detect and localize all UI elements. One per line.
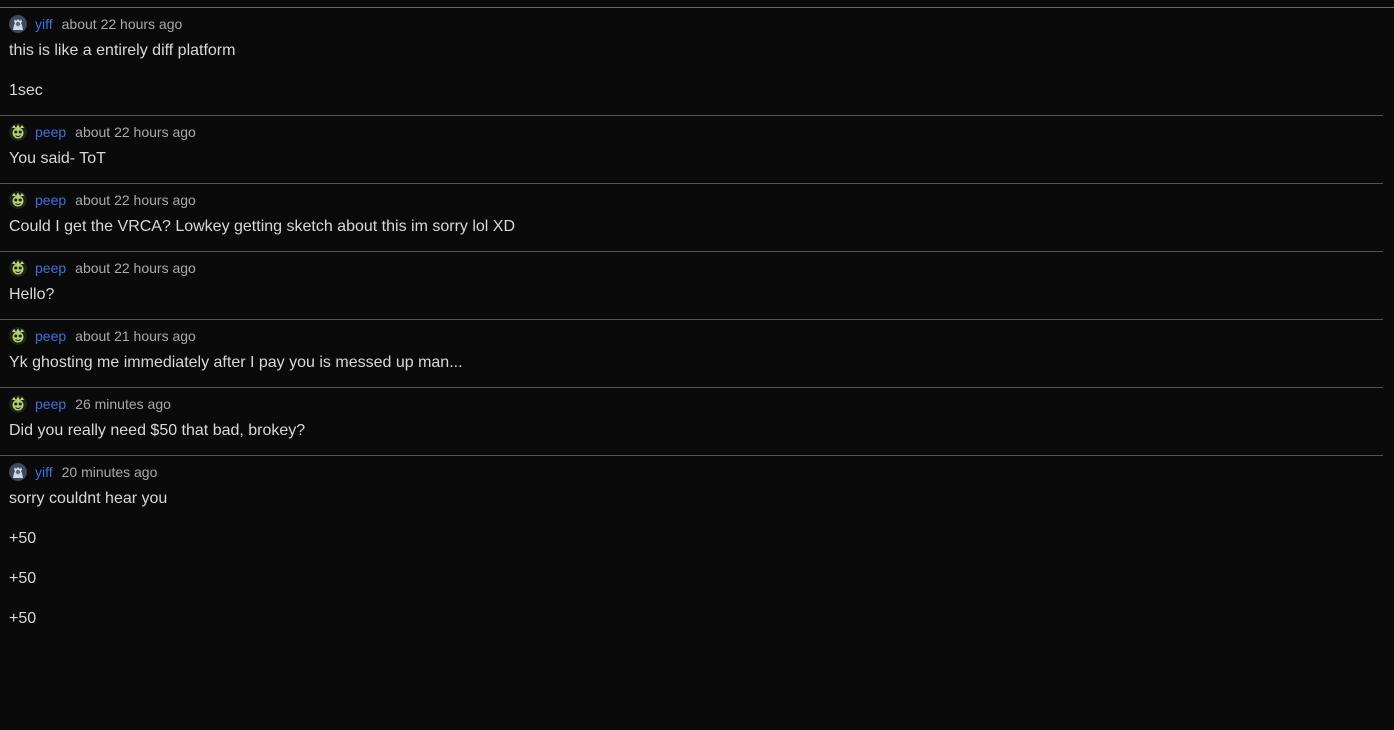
- peep-avatar-icon: [9, 327, 27, 345]
- message-thread-page: yiff about 22 hours ago this is like a ent…: [0, 0, 1394, 730]
- message-body: Did you really need $50 that bad, brokey…: [9, 421, 1383, 441]
- message-item: peep about 22 hours ago Hello?: [0, 252, 1383, 320]
- message-header: yiff 20 minutes ago: [9, 462, 1383, 482]
- peep-avatar-icon: [9, 259, 27, 277]
- message-header: yiff about 22 hours ago: [9, 14, 1383, 34]
- message-body: Yk ghosting me immediately after I pay y…: [9, 353, 1383, 373]
- message-text: this is like a entirely diff platform: [9, 42, 236, 59]
- message-timestamp: about 22 hours ago: [75, 192, 196, 208]
- message-text: 1sec: [9, 82, 43, 99]
- message-text: You said- ToT: [9, 150, 106, 167]
- author-link[interactable]: yiff: [35, 16, 53, 32]
- message-timestamp: 26 minutes ago: [75, 396, 171, 412]
- message-item: yiff 20 minutes ago sorry couldnt hear you…: [0, 456, 1383, 629]
- message-body: You said- ToT: [9, 149, 1383, 169]
- message-text: Could I get the VRCA? Lowkey getting ske…: [9, 218, 516, 235]
- author-link[interactable]: peep: [35, 260, 66, 276]
- message-text: Hello?: [9, 286, 55, 303]
- message-text: Yk ghosting me immediately after I pay y…: [9, 354, 463, 371]
- message-text: sorry couldnt hear you: [9, 490, 168, 507]
- message-text: +50: [9, 530, 37, 547]
- message-body: Hello?: [9, 285, 1383, 305]
- peep-avatar-icon: [9, 123, 27, 141]
- message-timestamp: about 22 hours ago: [75, 124, 196, 140]
- message-text: Did you really need $50 that bad, brokey…: [9, 422, 306, 439]
- message-text: +50: [9, 610, 37, 627]
- message-header: peep about 22 hours ago: [9, 258, 1383, 278]
- message-header: peep about 22 hours ago: [9, 122, 1383, 142]
- message-header: peep about 22 hours ago: [9, 190, 1383, 210]
- author-link[interactable]: peep: [35, 396, 66, 412]
- message-timestamp: about 22 hours ago: [61, 16, 183, 32]
- message-body: this is like a entirely diff platform 1se…: [9, 41, 1383, 101]
- author-link[interactable]: peep: [35, 124, 66, 140]
- peep-avatar-icon: [9, 395, 27, 413]
- message-header: peep about 21 hours ago: [9, 326, 1383, 346]
- message-item: peep about 21 hours ago Yk ghosting me imm…: [0, 320, 1383, 388]
- message-timestamp: 20 minutes ago: [61, 464, 158, 480]
- yiff-avatar-icon: [9, 15, 27, 33]
- peep-avatar-icon: [9, 191, 27, 209]
- message-item: peep 26 minutes ago Did you really need $5…: [0, 388, 1383, 456]
- author-link[interactable]: peep: [35, 192, 66, 208]
- message-body: Could I get the VRCA? Lowkey getting ske…: [9, 217, 1383, 237]
- message-text: +50: [9, 570, 37, 587]
- author-link[interactable]: peep: [35, 328, 66, 344]
- message-item: peep about 22 hours ago You said- ToT: [0, 116, 1383, 184]
- message-list[interactable]: yiff about 22 hours ago this is like a ent…: [0, 8, 1383, 643]
- message-item: peep about 22 hours ago Could I get the VR…: [0, 184, 1383, 252]
- author-link[interactable]: yiff: [35, 464, 53, 480]
- message-header: peep 26 minutes ago: [9, 394, 1383, 414]
- message-body: sorry couldnt hear you +50 +50 +50: [9, 489, 1383, 629]
- yiff-avatar-icon: [9, 463, 27, 481]
- message-timestamp: about 21 hours ago: [75, 328, 196, 344]
- message-timestamp: about 22 hours ago: [75, 260, 196, 276]
- message-item: yiff about 22 hours ago this is like a ent…: [0, 8, 1383, 116]
